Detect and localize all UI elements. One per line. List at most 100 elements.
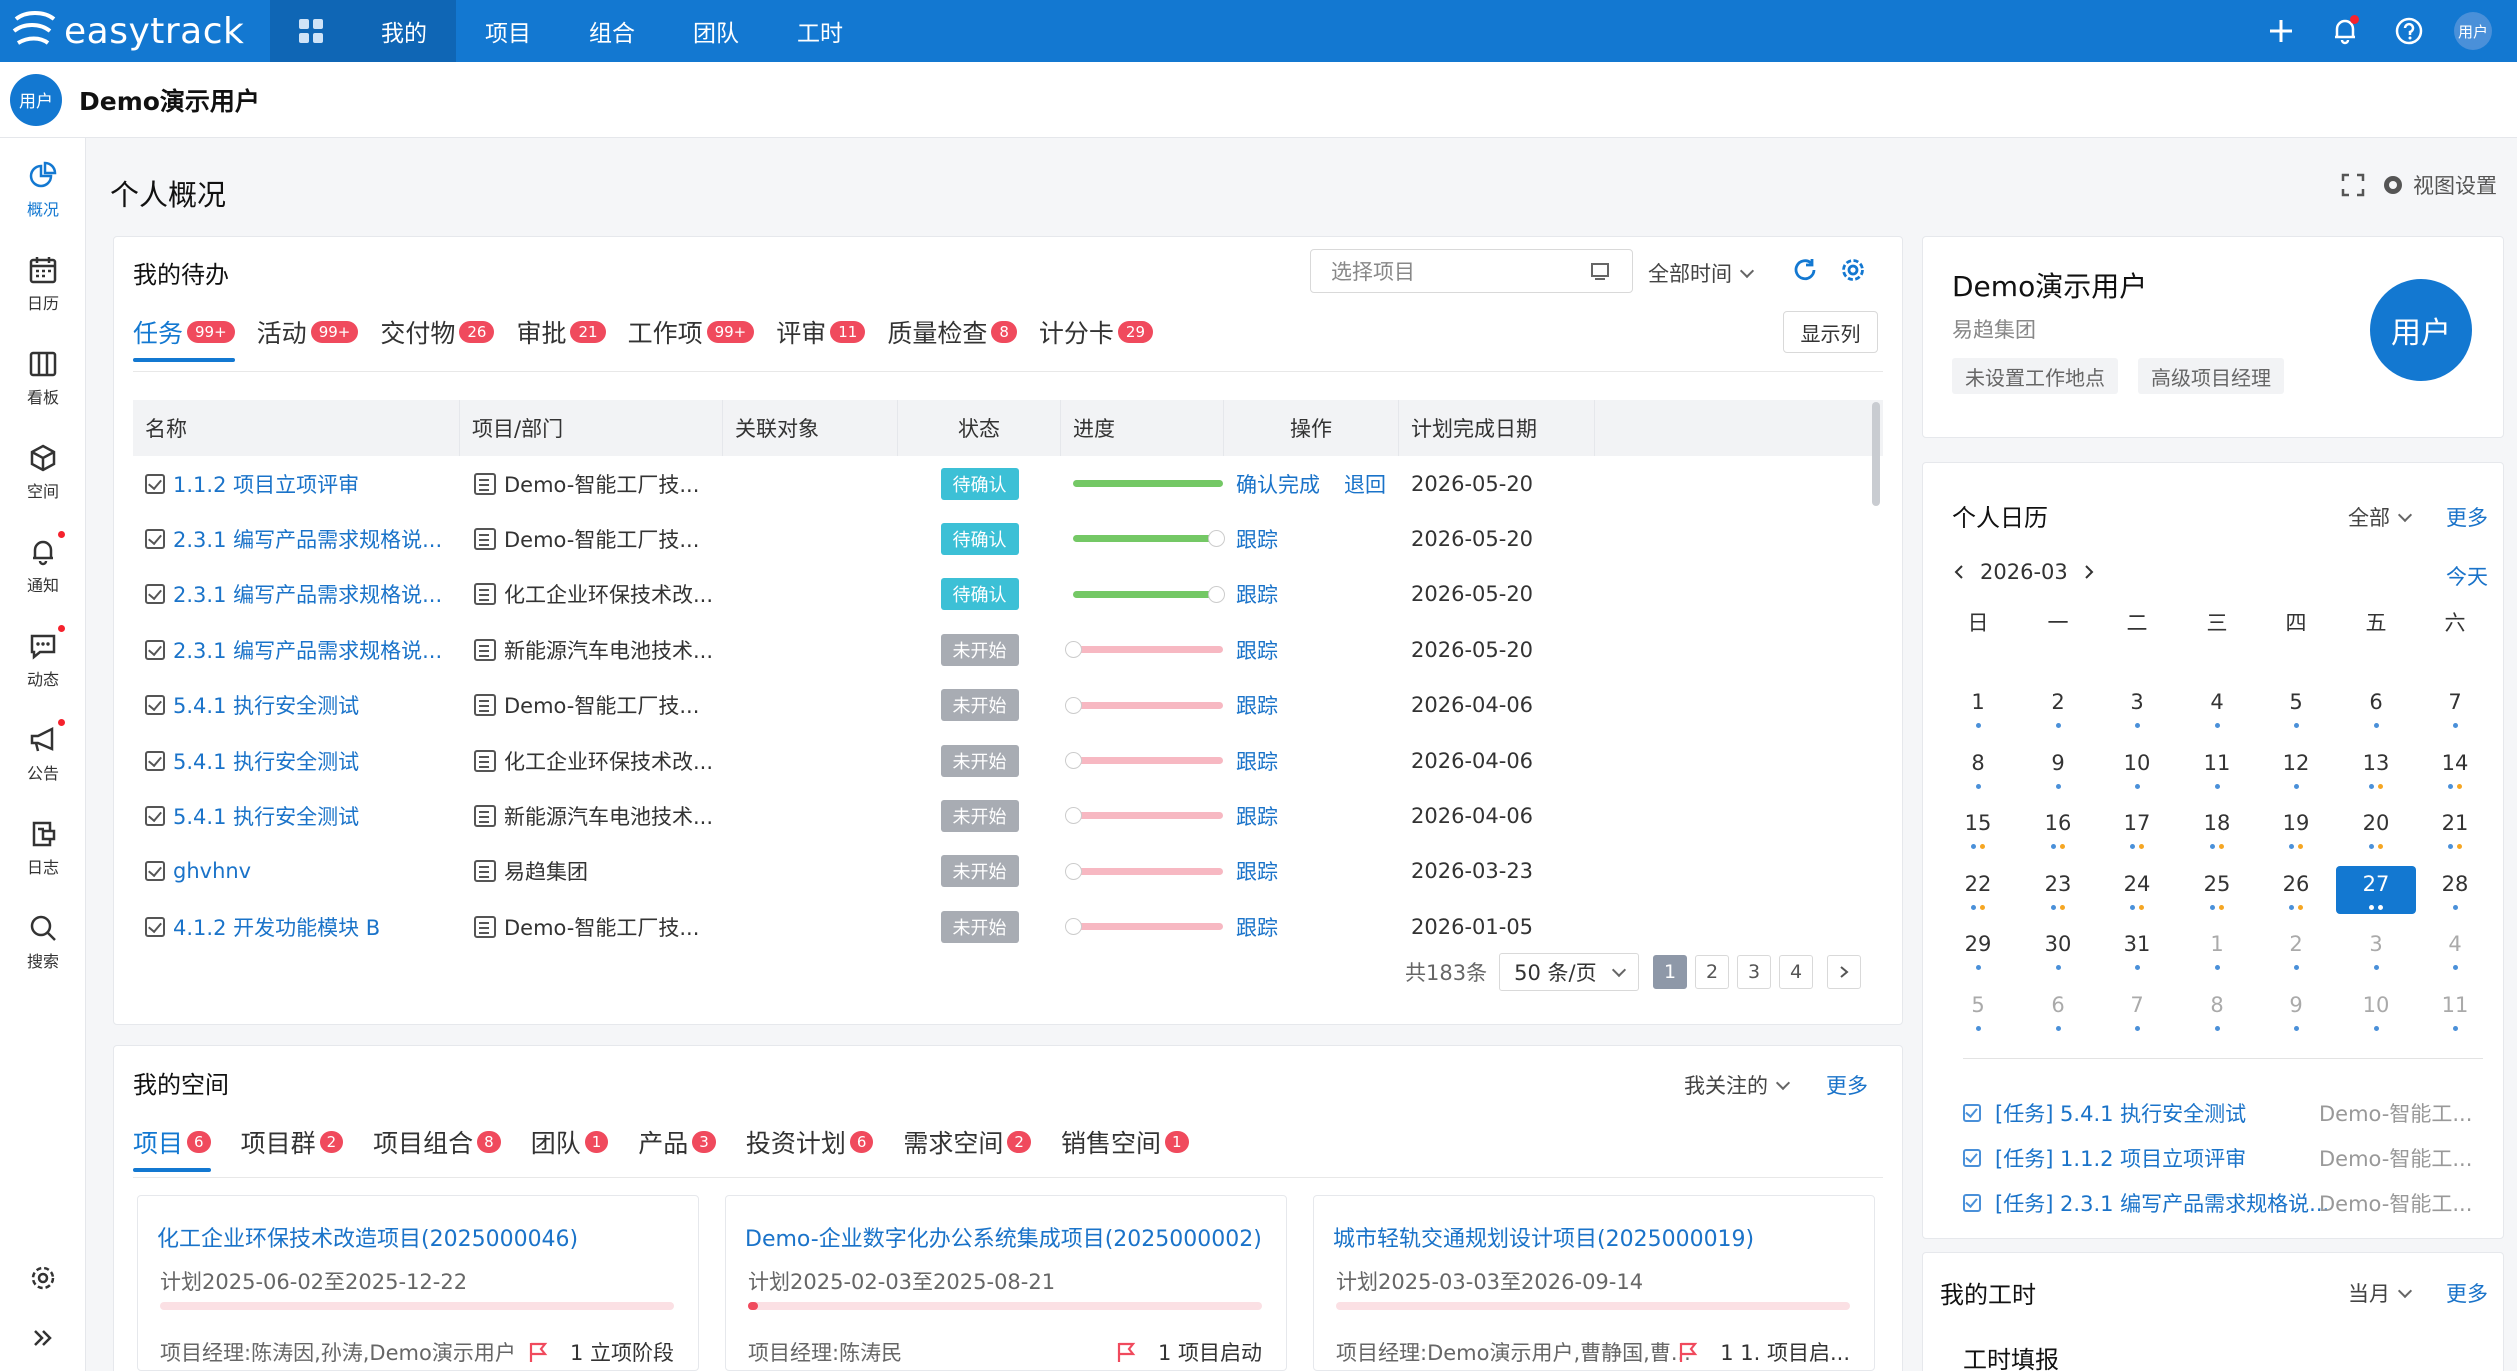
calendar-day[interactable]: 17 — [2097, 805, 2177, 853]
apps-grid-button[interactable] — [270, 0, 352, 62]
track-link[interactable]: 跟踪 — [1236, 635, 1278, 665]
calendar-day[interactable]: 18 — [2177, 805, 2257, 853]
view-settings-button[interactable]: 视图设置 — [2381, 170, 2497, 200]
table-row[interactable]: 2.3.1 编写产品需求规格说... 新能源汽车电池技术... 未开始 跟踪 2026-… — [133, 622, 1883, 677]
calendar-day[interactable]: 1 — [2177, 926, 2257, 974]
task-name-link[interactable]: 5.4.1 执行安全测试 — [173, 690, 359, 720]
track-link[interactable]: 跟踪 — [1236, 690, 1278, 720]
task-name-link[interactable]: 4.1.2 开发功能模块 B — [173, 912, 380, 942]
calendar-event[interactable]: [任务] 1.1.2 项目立项评审 Demo-智能工... — [1963, 1143, 2472, 1173]
calendar-day[interactable]: 4 — [2415, 926, 2495, 974]
calendar-day[interactable]: 26 — [2256, 866, 2336, 914]
time-filter[interactable]: 全部时间 — [1648, 258, 1755, 288]
chevron-right-icon[interactable] — [2082, 564, 2096, 580]
calendar-day[interactable]: 19 — [2256, 805, 2336, 853]
project-card[interactable]: 城市轻轨交通规划设计项目(2025000019) 计划2025-03-03至202… — [1313, 1195, 1875, 1371]
space-tab-2[interactable]: 项目组合 8 — [373, 1124, 501, 1172]
table-row[interactable]: 5.4.1 执行安全测试 新能源汽车电池技术... 未开始 跟踪 2026-04-06 — [133, 788, 1883, 843]
profile-avatar[interactable]: 用户 — [2370, 279, 2472, 381]
app-logo[interactable]: easytrack — [0, 0, 270, 62]
table-row[interactable]: 4.1.2 开发功能模块 B Demo-智能工厂技... 未开始 跟踪 2026-01-… — [133, 899, 1883, 954]
nav-team[interactable]: 团队 — [664, 0, 768, 62]
tab-5[interactable]: 评审 11 — [776, 314, 866, 362]
spaces-more-link[interactable]: 更多 — [1826, 1070, 1868, 1100]
space-tab-3[interactable]: 团队 1 — [531, 1124, 609, 1172]
calendar-event[interactable]: [任务] 5.4.1 执行安全测试 Demo-智能工... — [1963, 1098, 2472, 1128]
user-menu[interactable]: 用户 — [2441, 12, 2505, 50]
project-title-link[interactable]: 化工企业环保技术改造项目(2025000046) — [157, 1221, 578, 1253]
sidebar-item-log[interactable]: 日志 — [0, 808, 86, 888]
calendar-day[interactable]: 2 — [2018, 684, 2098, 732]
today-button[interactable]: 今天 — [2446, 561, 2488, 591]
calendar-day[interactable]: 8 — [1938, 745, 2018, 793]
gear-icon[interactable] — [1840, 257, 1866, 283]
project-card[interactable]: Demo-企业数字化办公系统集成项目(2025000002) 计划2025-02-… — [725, 1195, 1287, 1371]
track-link[interactable]: 跟踪 — [1236, 579, 1278, 609]
notifications-button[interactable] — [2313, 15, 2377, 45]
sidebar-item-board[interactable]: 看板 — [0, 338, 86, 418]
project-title-link[interactable]: Demo-企业数字化办公系统集成项目(2025000002) — [745, 1221, 1262, 1253]
calendar-day[interactable]: 2 — [2256, 926, 2336, 974]
space-tab-1[interactable]: 项目群 2 — [241, 1124, 344, 1172]
project-title-link[interactable]: 城市轻轨交通规划设计项目(2025000019) — [1333, 1221, 1754, 1253]
sidebar-item-notice[interactable]: 通知 — [0, 526, 86, 606]
tab-4[interactable]: 工作项 99+ — [628, 314, 755, 362]
track-link[interactable]: 跟踪 — [1236, 801, 1278, 831]
calendar-filter[interactable]: 全部 — [2348, 502, 2413, 532]
task-name-link[interactable]: ghvhnv — [173, 859, 251, 883]
calendar-day[interactable]: 24 — [2097, 866, 2177, 914]
spaces-filter[interactable]: 我关注的 — [1684, 1070, 1791, 1100]
task-name-link[interactable]: 1.1.2 项目立项评审 — [173, 469, 359, 499]
calendar-day[interactable]: 6 — [2018, 987, 2098, 1035]
calendar-day[interactable]: 15 — [1938, 805, 2018, 853]
tab-1[interactable]: 活动 99+ — [257, 314, 359, 362]
table-row[interactable]: 2.3.1 编写产品需求规格说... Demo-智能工厂技... 待确认 跟踪 2026… — [133, 511, 1883, 566]
sidebar-item-space[interactable]: 空间 — [0, 432, 86, 512]
tab-6[interactable]: 质量检查 8 — [887, 314, 1017, 362]
tab-3[interactable]: 审批 21 — [516, 314, 606, 362]
calendar-day[interactable]: 9 — [2256, 987, 2336, 1035]
track-link[interactable]: 跟踪 — [1236, 912, 1278, 942]
confirm-link[interactable]: 确认完成 — [1236, 469, 1320, 499]
calendar-day[interactable]: 13 — [2336, 745, 2416, 793]
nav-worktime[interactable]: 工时 — [768, 0, 872, 62]
sidebar-item-announcement[interactable]: 公告 — [0, 714, 86, 794]
calendar-day[interactable]: 27 — [2336, 865, 2416, 914]
calendar-day[interactable]: 8 — [2177, 987, 2257, 1035]
tab-0[interactable]: 任务 99+ — [133, 314, 235, 362]
sidebar-item-calendar[interactable]: 日历 — [0, 244, 86, 324]
track-link[interactable]: 跟踪 — [1236, 746, 1278, 776]
space-tab-6[interactable]: 需求空间 2 — [903, 1124, 1031, 1172]
task-name-link[interactable]: 2.3.1 编写产品需求规格说... — [173, 524, 442, 554]
calendar-day[interactable]: 28 — [2415, 866, 2495, 914]
task-name-link[interactable]: 2.3.1 编写产品需求规格说... — [173, 579, 442, 609]
calendar-day[interactable]: 29 — [1938, 926, 2018, 974]
calendar-day[interactable]: 11 — [2415, 987, 2495, 1035]
page-button[interactable]: 3 — [1737, 955, 1772, 989]
table-row[interactable]: 2.3.1 编写产品需求规格说... 化工企业环保技术改... 待确认 跟踪 2026-… — [133, 567, 1883, 622]
show-columns-button[interactable]: 显示列 — [1783, 311, 1878, 353]
calendar-day[interactable]: 10 — [2097, 745, 2177, 793]
space-tab-0[interactable]: 项目 6 — [133, 1124, 211, 1172]
return-link[interactable]: 退回 — [1344, 469, 1386, 499]
refresh-icon[interactable] — [1792, 257, 1818, 283]
worktime-more-link[interactable]: 更多 — [2446, 1278, 2488, 1308]
calendar-day[interactable]: 9 — [2018, 745, 2098, 793]
table-row[interactable]: 5.4.1 执行安全测试 化工企业环保技术改... 未开始 跟踪 2026-04-06 — [133, 733, 1883, 788]
page-button[interactable]: 1 — [1653, 955, 1688, 989]
calendar-day[interactable]: 21 — [2415, 805, 2495, 853]
settings-button[interactable] — [0, 1250, 86, 1310]
calendar-event[interactable]: [任务] 2.3.1 编写产品需求规格说... Demo-智能工... — [1963, 1188, 2472, 1218]
calendar-day[interactable]: 30 — [2018, 926, 2098, 974]
table-row[interactable]: 5.4.1 执行安全测试 Demo-智能工厂技... 未开始 跟踪 2026-04-06 — [133, 678, 1883, 733]
task-name-link[interactable]: 5.4.1 执行安全测试 — [173, 746, 359, 776]
expand-sidebar-button[interactable] — [0, 1310, 86, 1370]
calendar-more-link[interactable]: 更多 — [2446, 502, 2488, 532]
project-card[interactable]: 化工企业环保技术改造项目(2025000046) 计划2025-06-02至202… — [137, 1195, 699, 1371]
calendar-day[interactable]: 16 — [2018, 805, 2098, 853]
nav-projects[interactable]: 项目 — [456, 0, 560, 62]
sidebar-item-activity[interactable]: 动态 — [0, 620, 86, 700]
calendar-day[interactable]: 5 — [2256, 684, 2336, 732]
nav-portfolio[interactable]: 组合 — [560, 0, 664, 62]
page-size-select[interactable]: 50 条/页 — [1499, 953, 1640, 991]
